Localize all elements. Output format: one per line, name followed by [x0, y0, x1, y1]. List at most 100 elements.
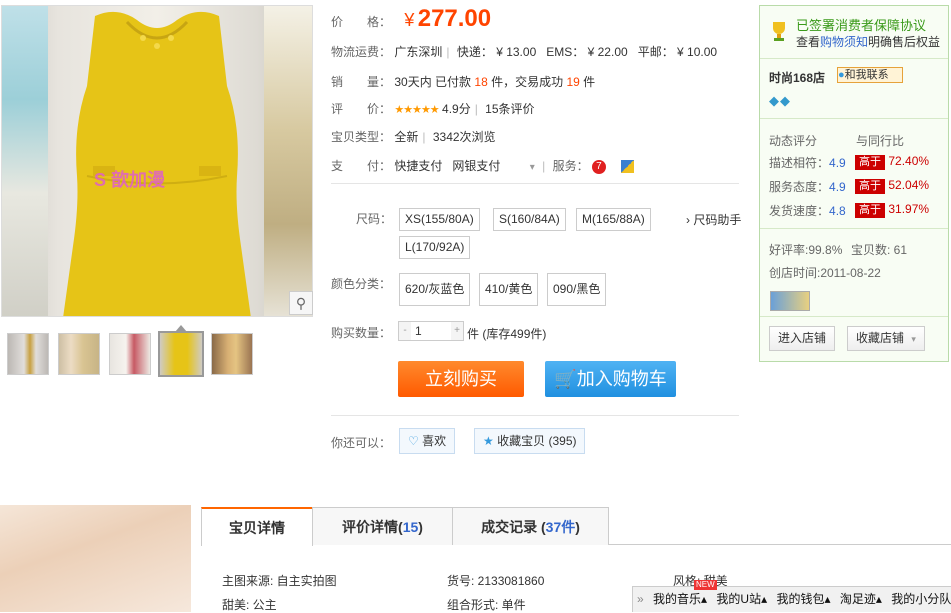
tab-count: 15	[402, 519, 419, 535]
size-helper-link[interactable]: › 尺码助手	[686, 211, 741, 228]
sales-paid-count: 18	[474, 75, 488, 89]
rating-label: 服务态度：	[769, 180, 830, 194]
favorite-label: 收藏宝贝	[497, 434, 546, 448]
rating-percent: 72.40%	[888, 154, 930, 168]
divider	[760, 58, 948, 59]
divider	[760, 118, 948, 119]
shop-created-date: 创店时间:2011-08-22	[769, 266, 881, 280]
attr-sweet: 甜美: 公主	[222, 598, 277, 612]
payment-more-icon[interactable]: ▾	[530, 162, 535, 173]
tab-label-close: )	[575, 519, 580, 535]
guarantee-title[interactable]: 已签署消费者保障协议	[796, 15, 926, 34]
rating-score: 4.9	[829, 156, 846, 170]
yellow-dress-image	[63, 11, 251, 316]
shop-sidebar-banner	[0, 505, 191, 612]
seven-day-return-icon[interactable]: 7	[591, 159, 606, 174]
cart-icon: 🛒	[554, 369, 577, 389]
quantity-plus-button[interactable]: +	[451, 322, 463, 340]
invoice-service-icon[interactable]	[621, 160, 635, 174]
review-score: 4.9分	[442, 102, 471, 116]
guarantee-link[interactable]: 购物须知	[820, 35, 868, 49]
payment-bank: 网银支付	[452, 159, 501, 173]
color-option-black[interactable]: 090/黑色	[547, 273, 607, 306]
thumbnail-2[interactable]	[58, 333, 100, 375]
like-button[interactable]: ♡ 喜欢	[399, 428, 456, 454]
favorite-count: (395)	[548, 434, 577, 448]
tab-reviews[interactable]: 评价详情(15)	[312, 507, 453, 545]
quantity-stepper: - 1 +	[398, 321, 464, 341]
shipping-row: 物流运费： 广东深圳 | 快递： ¥ 13.00 EMS： ¥ 22.00 平邮：…	[331, 45, 718, 59]
express-label: 快递：	[456, 45, 493, 59]
color-option-grayblue[interactable]: 620/灰蓝色	[399, 273, 471, 306]
divider	[760, 316, 948, 317]
thumbnail-1[interactable]	[7, 333, 49, 375]
also-label: 你还可以：	[331, 436, 392, 450]
chevron-down-icon: ▾	[911, 334, 916, 344]
quantity-input[interactable]: 1	[415, 322, 422, 340]
tab-label: 宝贝详情	[229, 520, 285, 536]
toolbar-item-team[interactable]: 我的小分队	[891, 587, 951, 611]
divider	[331, 415, 739, 416]
add-to-cart-button[interactable]: 🛒加入购物车	[545, 361, 676, 397]
tab-item-details[interactable]: 宝贝详情	[201, 507, 313, 546]
review-count-link[interactable]: 15条评价	[485, 102, 534, 116]
rating-score: 4.9	[829, 180, 846, 194]
divider	[331, 183, 739, 184]
contact-label: 和我联系	[844, 69, 889, 81]
toolbar-item-wallet[interactable]: 我的钱包▴	[776, 587, 830, 611]
bottom-toolbar: » 我的音乐▴ 我的U站▴ 我的钱包▴ 淘足迹▴ 我的小分队	[632, 586, 951, 612]
rating-stars-icon: ★★★★★	[394, 104, 439, 116]
background-clothes-right	[264, 6, 312, 316]
ems-fee: ¥ 22.00	[587, 45, 628, 59]
enter-shop-button[interactable]: 进入店铺	[769, 326, 836, 351]
certification-icon[interactable]	[770, 291, 810, 311]
collapse-icon[interactable]: »	[637, 587, 644, 611]
express-fee: ¥ 13.00	[496, 45, 537, 59]
wangwang-icon: ●	[838, 69, 845, 81]
size-option-m[interactable]: M(165/88A)	[576, 208, 651, 231]
toolbar-item-music[interactable]: 我的音乐▴	[653, 587, 707, 611]
shop-panel: 已签署消费者保障协议 查看购物须知明确售后权益 时尚168店 ●和我联系 ◆◆ …	[759, 5, 949, 362]
toolbar-item-footprint[interactable]: 淘足迹▴	[840, 587, 882, 611]
shipping-location[interactable]: 广东深圳	[394, 45, 442, 59]
rating-score: 4.8	[829, 204, 846, 218]
quantity-minus-button[interactable]: -	[399, 322, 411, 340]
payment-label: 支 付：	[331, 159, 392, 173]
zoom-icon[interactable]: ⚲	[289, 291, 313, 315]
collect-shop-button[interactable]: 收藏店铺 ▾	[847, 326, 925, 351]
type-row: 宝贝类型： 全新 | 3342次浏览	[331, 130, 496, 144]
payment-quick: 快捷支付	[394, 159, 443, 173]
peer-compare-label: 与同行比	[856, 134, 905, 148]
buy-now-button[interactable]: 立刻购买	[398, 361, 524, 397]
size-option-xs[interactable]: XS(155/80A)	[399, 208, 480, 231]
shop-name[interactable]: 时尚168店	[769, 69, 825, 86]
toolbar-item-ustation[interactable]: 我的U站▴	[716, 587, 767, 611]
sales-row: 销 量： 30天内 已付款 18 件，交易成功 19 件	[331, 71, 595, 93]
background-clothes-left	[2, 6, 48, 316]
main-product-image[interactable]: S 歆加漫	[1, 5, 313, 317]
stock-count: (库存499件)	[482, 327, 547, 341]
thumbnail-5[interactable]	[211, 333, 253, 375]
sales-success-count: 19	[566, 75, 580, 89]
item-count: 宝贝数: 61	[851, 243, 908, 257]
rating-percent: 31.97%	[888, 202, 930, 216]
favorite-button[interactable]: ★ 收藏宝贝 (395)	[474, 428, 586, 454]
contact-seller-button[interactable]: ●和我联系	[837, 67, 903, 83]
tab-transactions[interactable]: 成交记录 (37件)	[452, 507, 609, 545]
size-option-s[interactable]: S(160/84A)	[493, 208, 566, 231]
size-option-l[interactable]: L(170/92A)	[399, 236, 471, 259]
size-label: 尺码：	[356, 212, 393, 226]
color-option-yellow[interactable]: 410/黄色	[479, 273, 539, 306]
thumbnail-3[interactable]	[109, 333, 151, 375]
quantity-unit: 件	[467, 327, 480, 341]
good-rate: 好评率:99.8%	[769, 243, 843, 257]
payment-row: 支 付： 快捷支付 网银支付 ▾ | 服务： 7	[331, 155, 635, 177]
star-icon: ★	[483, 434, 494, 448]
attr-image-source: 主图来源: 自主实拍图	[222, 574, 337, 588]
heart-icon: ♡	[408, 434, 419, 448]
review-row: 评 价： ★★★★★ 4.9分 | 15条评价	[331, 102, 535, 116]
divider	[760, 228, 948, 229]
thumbnail-4[interactable]	[158, 331, 204, 377]
trophy-icon	[769, 20, 789, 42]
guarantee-sub-a: 查看	[796, 35, 821, 49]
